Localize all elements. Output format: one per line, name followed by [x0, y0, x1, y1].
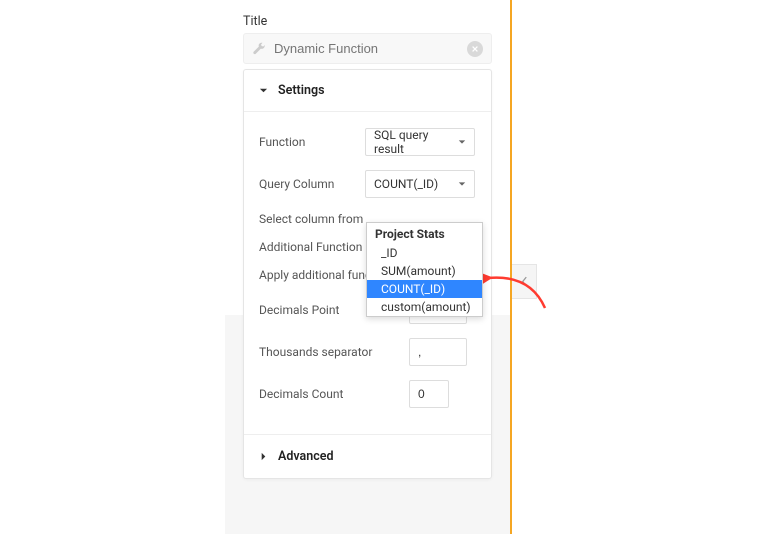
caret-right-icon: [259, 452, 268, 461]
additional-function-label: Additional Function: [259, 240, 365, 254]
caret-down-icon: [458, 138, 466, 146]
advanced-header-label: Advanced: [278, 449, 334, 464]
title-input[interactable]: [243, 33, 492, 64]
query-column-label: Query Column: [259, 177, 365, 191]
clear-title-button[interactable]: [467, 41, 483, 57]
close-icon: [471, 45, 479, 53]
dropdown-option[interactable]: custom(amount): [367, 298, 482, 316]
dropdown-option[interactable]: COUNT(_ID): [367, 280, 482, 298]
wrench-icon: [252, 42, 266, 56]
query-column-select-value: COUNT(_ID): [374, 177, 438, 191]
advanced-accordion-header[interactable]: Advanced: [244, 434, 491, 478]
dropdown-option[interactable]: _ID: [367, 244, 482, 262]
thousands-separator-row: Thousands separator: [259, 338, 476, 366]
thousands-separator-input[interactable]: [409, 338, 467, 366]
settings-header-label: Settings: [278, 83, 325, 98]
function-label: Function: [259, 135, 365, 149]
function-row: Function SQL query result: [259, 128, 476, 156]
query-column-dropdown: Project Stats _IDSUM(amount)COUNT(_ID)cu…: [366, 222, 483, 317]
chevron-left-icon: [521, 276, 528, 287]
query-column-select[interactable]: COUNT(_ID): [365, 170, 475, 198]
caret-down-icon: [458, 180, 466, 188]
title-text-field[interactable]: [274, 41, 467, 56]
dropdown-option[interactable]: SUM(amount): [367, 262, 482, 280]
function-select-value: SQL query result: [374, 128, 458, 156]
decimals-count-row: Decimals Count: [259, 380, 476, 408]
query-column-row: Query Column COUNT(_ID): [259, 170, 476, 198]
function-select[interactable]: SQL query result: [365, 128, 475, 156]
thousands-separator-label: Thousands separator: [259, 345, 409, 359]
decimals-count-label: Decimals Count: [259, 387, 409, 401]
caret-down-icon: [259, 86, 268, 95]
settings-accordion-header[interactable]: Settings: [244, 70, 491, 112]
side-collapse-tab[interactable]: [512, 264, 537, 299]
decimals-count-input[interactable]: [409, 380, 449, 408]
dropdown-group-label: Project Stats: [367, 223, 482, 244]
title-label: Title: [243, 14, 267, 29]
